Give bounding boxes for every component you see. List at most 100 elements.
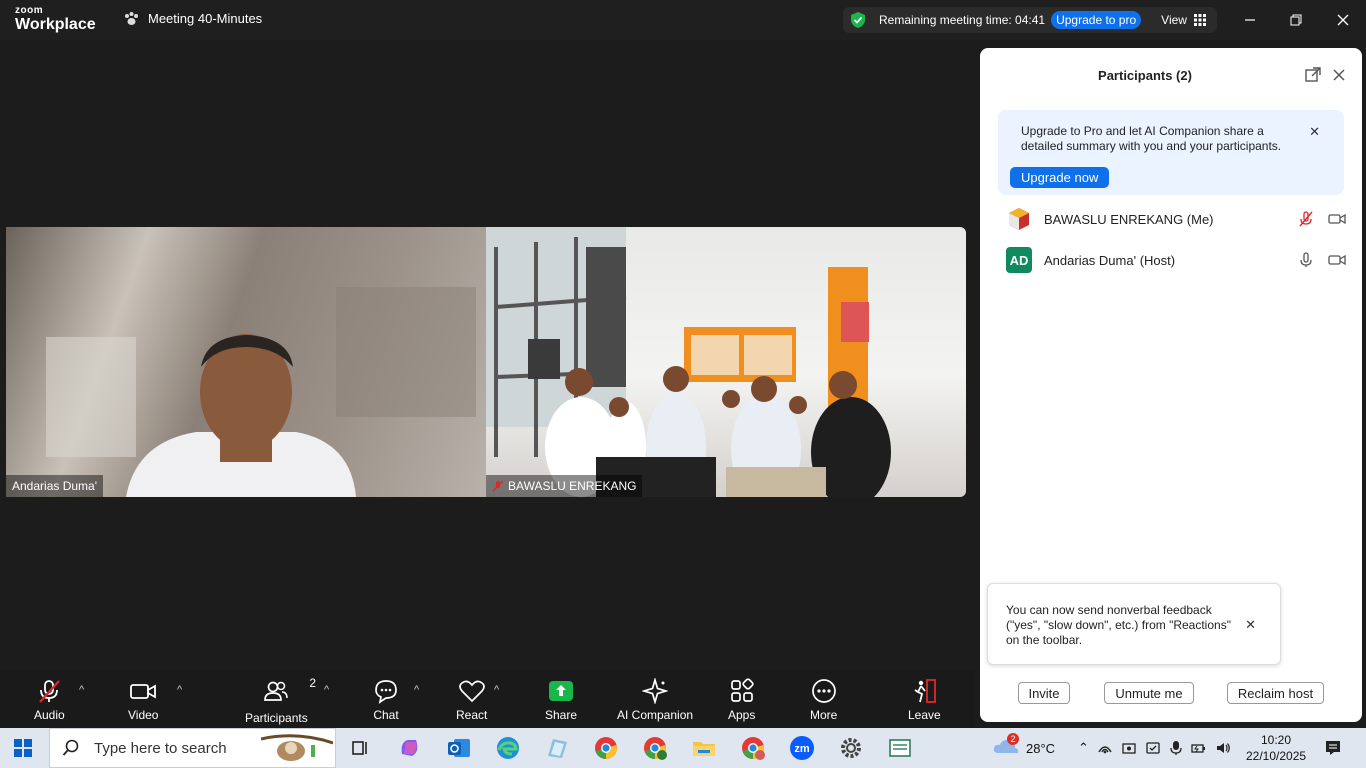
- chrome-profile2-icon[interactable]: [739, 734, 767, 762]
- share-screen-icon: [549, 681, 574, 701]
- clock-date: 22/10/2025: [1246, 749, 1307, 763]
- video-stage: Andarias Duma' BAWASLU ENREKANG: [0, 40, 975, 670]
- leave-door-icon: [914, 679, 937, 703]
- search-placeholder: Type here to search: [94, 739, 227, 757]
- app-icon[interactable]: [543, 734, 571, 762]
- view-button[interactable]: View: [1161, 13, 1206, 27]
- tile-name-tag: BAWASLU ENREKANG: [486, 475, 643, 497]
- volume-icon[interactable]: [1215, 740, 1231, 756]
- timer-text: Remaining meeting time: 04:41: [879, 13, 1046, 27]
- pop-out-icon[interactable]: [1304, 66, 1322, 84]
- taskbar-search[interactable]: Type here to search: [49, 728, 336, 768]
- audio-options-caret[interactable]: ^: [79, 684, 84, 696]
- start-button[interactable]: [14, 739, 32, 762]
- windows-taskbar: Type here to search zm 2 28°C ⌃ 10:20 22…: [0, 728, 1366, 768]
- close-window-button[interactable]: [1320, 0, 1366, 40]
- task-view-icon[interactable]: [346, 734, 374, 762]
- video-label: Video: [128, 708, 159, 722]
- tile-name: BAWASLU ENREKANG: [508, 479, 637, 493]
- apps-button[interactable]: Apps: [728, 678, 755, 722]
- chat-options-caret[interactable]: ^: [414, 684, 419, 696]
- video-camera-icon[interactable]: [1328, 252, 1346, 268]
- participant-name: Andarias Duma' (Host): [1044, 252, 1176, 268]
- minimize-icon: [1245, 19, 1255, 21]
- windows-icon: [14, 739, 32, 757]
- mic-icon[interactable]: [1298, 252, 1314, 268]
- muted-mic-icon: [39, 680, 61, 703]
- meeting-name: Meeting 40-Minutes: [148, 11, 263, 26]
- reclaim-host-button[interactable]: Reclaim host: [1227, 682, 1324, 704]
- leave-button[interactable]: Leave: [908, 678, 941, 722]
- notifications-button[interactable]: [1324, 739, 1342, 762]
- zoom-app-icon[interactable]: zm: [788, 734, 816, 762]
- ai-companion-button[interactable]: AI Companion: [617, 678, 693, 722]
- react-label: React: [456, 708, 488, 722]
- restore-button[interactable]: [1273, 0, 1319, 40]
- copilot-icon[interactable]: [396, 734, 424, 762]
- settings-icon[interactable]: [837, 734, 865, 762]
- chevron-up-icon[interactable]: ⌃: [1078, 740, 1089, 756]
- participants-options-caret[interactable]: ^: [324, 684, 329, 696]
- upgrade-now-button[interactable]: Upgrade now: [1010, 167, 1110, 188]
- share-button[interactable]: Share: [545, 678, 577, 722]
- promo-close-icon[interactable]: ✕: [1309, 124, 1320, 140]
- minimize-button[interactable]: [1227, 0, 1273, 40]
- logo-bottom-text: Workplace: [15, 16, 96, 33]
- video-camera-icon[interactable]: [1328, 211, 1346, 227]
- close-panel-icon[interactable]: [1330, 66, 1348, 84]
- participant-row[interactable]: AD Andarias Duma' (Host): [1006, 247, 1346, 273]
- invite-button[interactable]: Invite: [1018, 682, 1070, 704]
- heart-icon: [458, 680, 485, 703]
- meet-now-icon[interactable]: [1121, 740, 1137, 756]
- screen-capture-icon[interactable]: [1145, 740, 1161, 756]
- outlook-icon[interactable]: [445, 734, 473, 762]
- svg-text:zm: zm: [794, 743, 810, 755]
- clock[interactable]: 10:20 22/10/2025: [1246, 732, 1306, 764]
- meeting-timer: Remaining meeting time: 04:41 Upgrade to…: [843, 7, 1217, 33]
- unmute-me-button[interactable]: Unmute me: [1104, 682, 1194, 704]
- participant-row[interactable]: BAWASLU ENREKANG (Me): [1006, 206, 1346, 232]
- audio-label: Audio: [34, 708, 65, 722]
- battery-icon[interactable]: [1191, 740, 1207, 756]
- file-explorer-icon[interactable]: [690, 734, 718, 762]
- ai-companion-label: AI Companion: [617, 708, 694, 722]
- leave-label: Leave: [908, 708, 941, 722]
- participant-controls: [1298, 211, 1346, 227]
- participants-icon: [264, 681, 289, 701]
- upgrade-to-pro-button[interactable]: Upgrade to pro: [1051, 11, 1142, 29]
- participants-button[interactable]: 2 Participants: [245, 676, 316, 725]
- app-window-icon[interactable]: [886, 734, 914, 762]
- participants-count: 2: [309, 676, 317, 690]
- video-tile-bawaslu[interactable]: BAWASLU ENREKANG: [486, 227, 966, 497]
- muted-mic-icon[interactable]: [1298, 211, 1314, 227]
- video-tile-andarias[interactable]: Andarias Duma': [6, 227, 486, 497]
- react-button[interactable]: React: [456, 678, 487, 722]
- participants-panel: Participants (2) Upgrade to Pro and let …: [980, 48, 1362, 722]
- more-button[interactable]: More: [810, 678, 837, 722]
- chrome-profile-icon[interactable]: [641, 734, 669, 762]
- chrome-icon[interactable]: [592, 734, 620, 762]
- react-options-caret[interactable]: ^: [494, 684, 499, 696]
- view-label: View: [1161, 13, 1187, 27]
- sparkle-icon: [642, 678, 669, 704]
- participant-controls: [1298, 252, 1346, 268]
- microphone-icon[interactable]: [1169, 740, 1183, 756]
- title-bar: zoom Workplace Meeting 40-Minutes Remain…: [0, 0, 1366, 40]
- shield-check-icon: [851, 12, 865, 28]
- weather-widget[interactable]: 2 28°C: [992, 728, 1055, 768]
- sloth-illustration-icon: [261, 734, 333, 761]
- video-button[interactable]: Video: [128, 678, 158, 722]
- temperature: 28°C: [1026, 740, 1056, 756]
- clock-time: 10:20: [1260, 733, 1292, 747]
- avatar: [1006, 206, 1032, 232]
- video-options-caret[interactable]: ^: [177, 684, 182, 696]
- chat-button[interactable]: Chat: [373, 678, 399, 722]
- network-icon[interactable]: [1097, 740, 1113, 756]
- system-tray: ⌃: [1078, 728, 1231, 768]
- edge-icon[interactable]: [494, 734, 522, 762]
- meeting-info[interactable]: Meeting 40-Minutes: [123, 11, 262, 26]
- video-camera-icon: [130, 684, 157, 699]
- tip-close-icon[interactable]: ✕: [1245, 617, 1256, 633]
- audio-button[interactable]: Audio: [34, 678, 65, 722]
- promo-text: Upgrade to Pro and let AI Companion shar…: [1021, 124, 1282, 153]
